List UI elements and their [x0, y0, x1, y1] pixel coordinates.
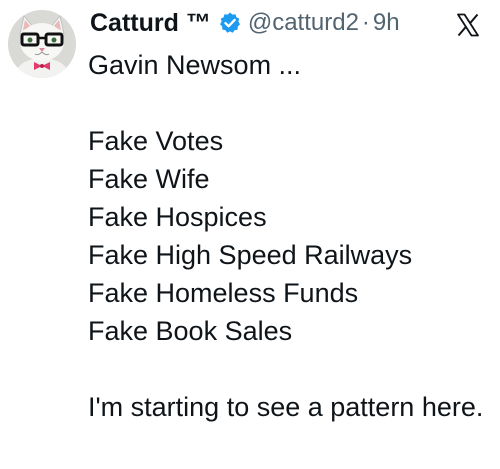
avatar[interactable]	[8, 10, 76, 78]
cat-avatar-icon	[8, 10, 76, 78]
line-break	[88, 350, 488, 388]
tweet-text: Gavin Newsom ... Fake Votes Fake Wife Fa…	[88, 46, 488, 426]
verified-badge-icon	[218, 11, 242, 35]
timestamp[interactable]: 9h	[373, 9, 400, 37]
tweet-list-line: Fake Book Sales	[88, 316, 293, 346]
display-name[interactable]: Catturd ™	[90, 9, 211, 38]
tweet-list-line: Fake Hospices	[88, 202, 267, 232]
x-logo-icon[interactable]	[455, 12, 481, 38]
tweet-intro-line: Gavin Newsom ...	[88, 50, 302, 80]
separator-dot: ·	[361, 9, 370, 36]
tweet-list-line: Fake Votes	[88, 126, 224, 156]
tweet-list-line: Fake High Speed Railways	[88, 240, 413, 270]
user-handle[interactable]: @catturd2	[248, 9, 359, 37]
tweet-closing-line: I'm starting to see a pattern here.	[88, 392, 484, 422]
tweet-list-line: Fake Homeless Funds	[88, 278, 359, 308]
line-break	[88, 84, 488, 122]
tweet-header: Catturd ™ @catturd2 · 9h	[90, 6, 400, 40]
tweet-card[interactable]: Catturd ™ @catturd2 · 9h Gavin Newsom ..…	[0, 0, 500, 469]
tweet-list-line: Fake Wife	[88, 164, 210, 194]
